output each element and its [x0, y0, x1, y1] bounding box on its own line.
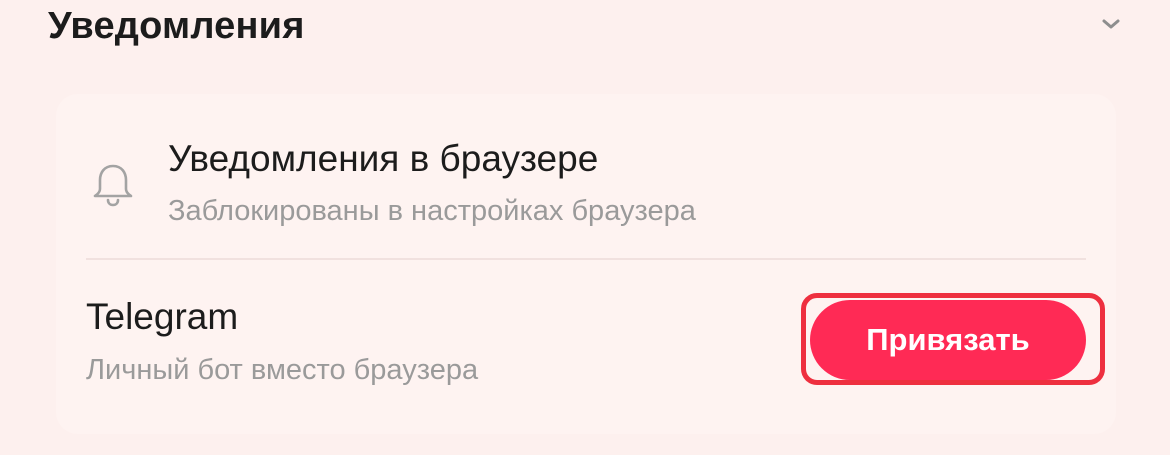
link-telegram-button[interactable]: Привязать	[810, 300, 1086, 380]
bell-icon	[93, 164, 133, 207]
divider	[86, 258, 1086, 260]
browser-notifications-title: Уведомления в браузере	[168, 138, 599, 179]
browser-notifications-status: Заблокированы в настройках браузера	[168, 195, 696, 227]
telegram-subtitle: Личный бот вместо браузера	[86, 354, 479, 386]
section-header[interactable]: Уведомления	[0, 0, 1170, 60]
section-title: Уведомления	[48, 5, 305, 47]
telegram-title: Telegram	[86, 296, 239, 337]
chevron-down-icon[interactable]	[1100, 16, 1122, 32]
